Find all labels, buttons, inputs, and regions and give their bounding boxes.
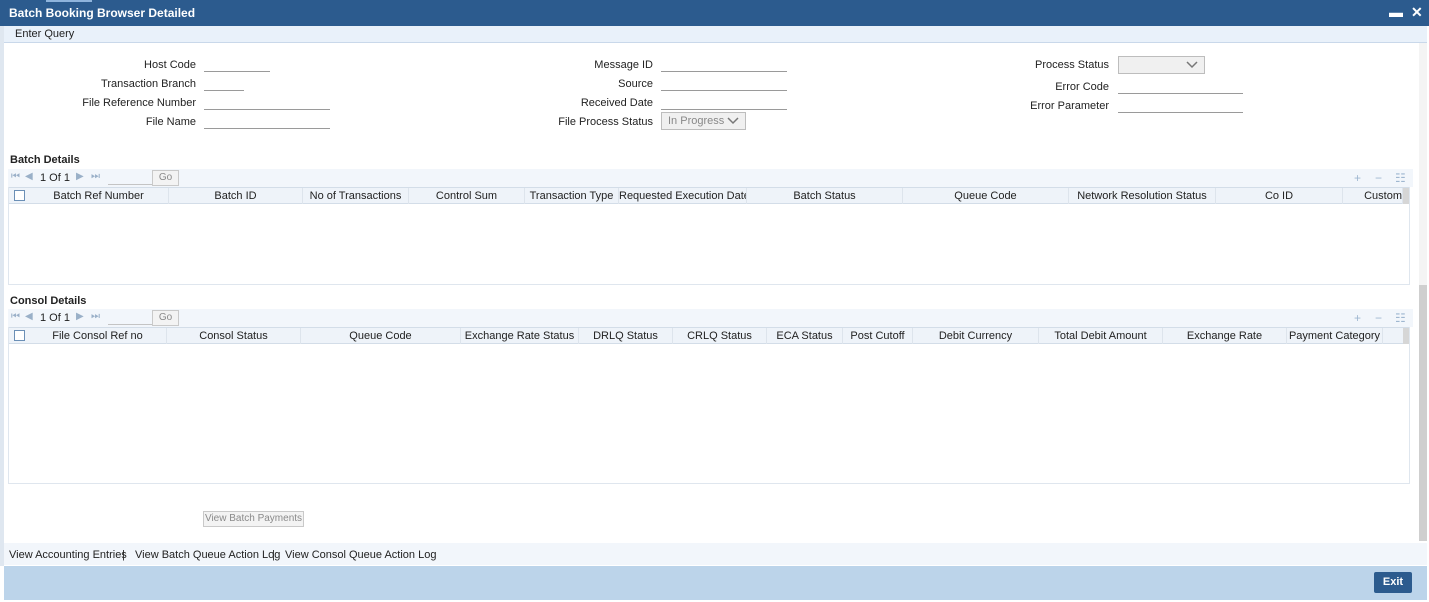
transaction-branch-input[interactable] (204, 77, 244, 91)
message-id-label: Message ID (594, 59, 653, 71)
process-status-select[interactable] (1118, 56, 1205, 74)
consol-col-queue-code[interactable]: Queue Code (301, 328, 461, 344)
enter-query-menu[interactable]: Enter Query (15, 28, 74, 40)
consol-page-input[interactable] (108, 311, 152, 325)
error-code-input[interactable] (1118, 80, 1243, 94)
chevron-down-icon (727, 117, 739, 125)
link-separator: | (122, 549, 125, 561)
batch-col-custom[interactable]: Custom (1343, 188, 1403, 204)
last-page-icon[interactable]: ⏭ (91, 312, 101, 322)
page-scrollbar-thumb[interactable] (1419, 285, 1427, 541)
consol-col-exchange-rate-status[interactable]: Exchange Rate Status (461, 328, 579, 344)
view-batch-queue-action-log-link[interactable]: View Batch Queue Action Log (135, 549, 280, 561)
batch-col-control-sum[interactable]: Control Sum (409, 188, 525, 204)
host-code-input[interactable] (204, 58, 270, 72)
consol-details-title: Consol Details (10, 295, 87, 307)
batch-col-ref-number[interactable]: Batch Ref Number (29, 188, 169, 204)
first-page-icon[interactable]: ⏮ (11, 312, 21, 322)
delete-row-icon[interactable]: − (1375, 311, 1382, 325)
consol-page-indicator: 1 Of 1 (40, 312, 70, 324)
consol-col-consol-status[interactable]: Consol Status (167, 328, 301, 344)
close-icon[interactable]: ✕ (1411, 4, 1423, 21)
minimize-icon[interactable]: ▬ (1389, 4, 1403, 20)
file-name-input[interactable] (204, 115, 330, 129)
list-view-icon[interactable]: ☷ (1395, 311, 1406, 325)
error-parameter-input[interactable] (1118, 99, 1243, 113)
consol-details-grid: File Consol Ref no Consol Status Queue C… (8, 327, 1410, 484)
batch-col-batch-status[interactable]: Batch Status (747, 188, 903, 204)
titlebar-accent (46, 0, 92, 2)
batch-details-grid: Batch Ref Number Batch ID No of Transact… (8, 187, 1410, 285)
source-input[interactable] (661, 77, 787, 91)
received-date-label: Received Date (580, 97, 653, 109)
file-process-status-label: File Process Status (558, 116, 653, 128)
view-batch-payments-button[interactable]: View Batch Payments (203, 511, 304, 527)
source-label: Source (618, 78, 653, 90)
error-code-label: Error Code (1055, 81, 1109, 93)
consol-col-total-debit-amount[interactable]: Total Debit Amount (1039, 328, 1163, 344)
process-status-label: Process Status (1035, 59, 1109, 71)
exit-button[interactable]: Exit (1374, 572, 1412, 593)
batch-go-button[interactable]: Go (152, 170, 179, 186)
menu-bar: Enter Query (4, 26, 1427, 43)
consol-grid-scrollbar[interactable] (1403, 328, 1409, 344)
consol-select-all-checkbox[interactable] (14, 330, 25, 341)
footer-bar: Exit (4, 566, 1427, 600)
batch-pager: ⏮ ◀ 1 Of 1 ▶ ⏭ Go + − ☷ (8, 169, 1413, 187)
batch-select-all-checkbox[interactable] (14, 190, 25, 201)
message-id-input[interactable] (661, 58, 787, 72)
batch-col-network-resolution-status[interactable]: Network Resolution Status (1069, 188, 1216, 204)
file-reference-number-label: File Reference Number (82, 97, 196, 109)
batch-page-input[interactable] (108, 171, 152, 185)
add-row-icon[interactable]: + (1354, 311, 1361, 325)
batch-col-no-transactions[interactable]: No of Transactions (303, 188, 409, 204)
consol-col-eca-status[interactable]: ECA Status (767, 328, 843, 344)
consol-pager: ⏮ ◀ 1 Of 1 ▶ ⏭ Go + − ☷ (8, 309, 1413, 327)
consol-col-drlq-status[interactable]: DRLQ Status (579, 328, 673, 344)
next-page-icon[interactable]: ▶ (76, 172, 86, 182)
batch-col-co-id[interactable]: Co ID (1216, 188, 1343, 204)
transaction-branch-label: Transaction Branch (101, 78, 196, 90)
first-page-icon[interactable]: ⏮ (11, 172, 21, 182)
consol-col-post-cutoff[interactable]: Post Cutoff (843, 328, 913, 344)
batch-col-queue-code[interactable]: Queue Code (903, 188, 1069, 204)
action-links-bar: View Accounting Entries | View Batch Que… (4, 543, 1427, 565)
error-parameter-label: Error Parameter (1030, 100, 1109, 112)
file-reference-number-input[interactable] (204, 96, 330, 110)
window-title: Batch Booking Browser Detailed (9, 6, 196, 20)
list-view-icon[interactable]: ☷ (1395, 171, 1406, 185)
consol-col-debit-currency[interactable]: Debit Currency (913, 328, 1039, 344)
file-process-status-select[interactable]: In Progress (661, 112, 746, 130)
consol-grid-header: File Consol Ref no Consol Status Queue C… (9, 327, 1409, 344)
delete-row-icon[interactable]: − (1375, 171, 1382, 185)
left-border (0, 26, 4, 566)
add-row-icon[interactable]: + (1354, 171, 1361, 185)
link-separator: | (272, 549, 275, 561)
next-page-icon[interactable]: ▶ (76, 312, 86, 322)
view-accounting-entries-link[interactable]: View Accounting Entries (9, 549, 127, 561)
file-process-status-value: In Progress (668, 115, 725, 127)
previous-page-icon[interactable]: ◀ (25, 172, 35, 182)
consol-col-file-consol-ref[interactable]: File Consol Ref no (29, 328, 167, 344)
batch-grid-scrollbar[interactable] (1403, 188, 1409, 204)
previous-page-icon[interactable]: ◀ (25, 312, 35, 322)
batch-col-requested-execution-date[interactable]: Requested Execution Date (619, 188, 747, 204)
batch-col-batch-id[interactable]: Batch ID (169, 188, 303, 204)
window-titlebar: Batch Booking Browser Detailed ▬ ✕ (0, 0, 1429, 26)
consol-col-crlq-status[interactable]: CRLQ Status (673, 328, 767, 344)
view-consol-queue-action-log-link[interactable]: View Consol Queue Action Log (285, 549, 436, 561)
consol-go-button[interactable]: Go (152, 310, 179, 326)
host-code-label: Host Code (144, 59, 196, 71)
consol-col-payment-category[interactable]: Payment Category (1287, 328, 1383, 344)
chevron-down-icon (1186, 61, 1198, 69)
batch-grid-header: Batch Ref Number Batch ID No of Transact… (9, 187, 1409, 204)
consol-col-exchange-rate[interactable]: Exchange Rate (1163, 328, 1287, 344)
last-page-icon[interactable]: ⏭ (91, 172, 101, 182)
file-name-label: File Name (145, 116, 196, 128)
received-date-input[interactable] (661, 96, 787, 110)
batch-page-indicator: 1 Of 1 (40, 172, 70, 184)
batch-details-title: Batch Details (10, 154, 80, 166)
batch-col-transaction-type[interactable]: Transaction Type (525, 188, 619, 204)
